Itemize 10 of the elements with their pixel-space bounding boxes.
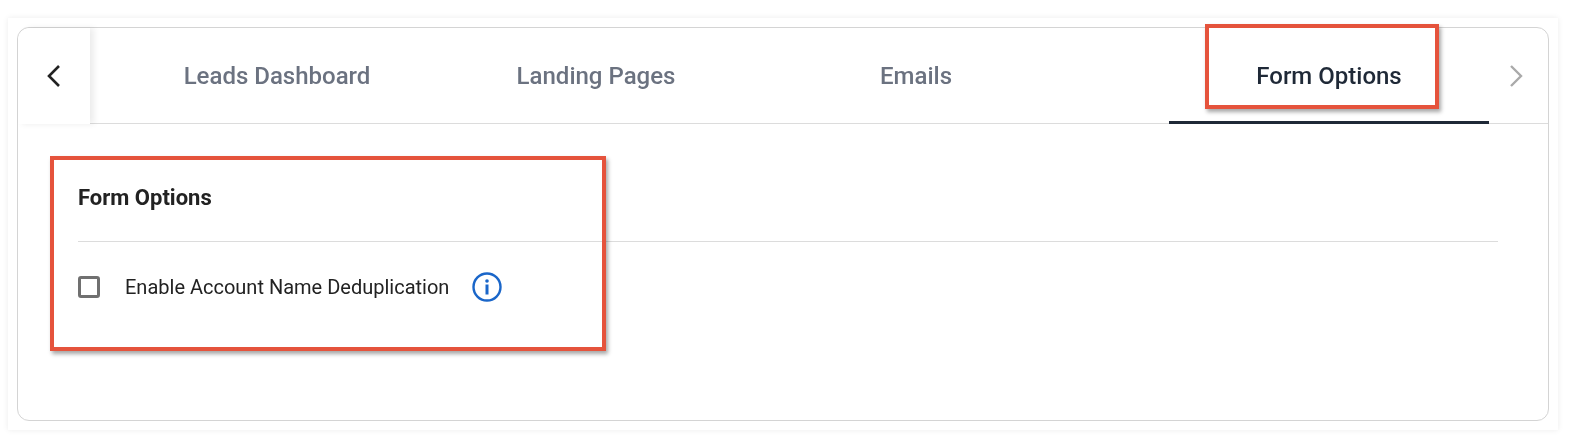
chevron-left-icon [47,64,61,88]
checkbox-label: Enable Account Name Deduplication [125,274,450,301]
tab[interactable]: Form Options [1169,28,1489,124]
tab[interactable]: Leads Dashboard [113,28,441,124]
tab[interactable]: Emails [751,28,1081,124]
tab[interactable]: Landing Pages [441,28,751,124]
section-title: Form Options [78,184,212,212]
checkbox[interactable] [78,276,100,298]
info-icon[interactable] [471,271,504,303]
chevron-right-icon [1509,63,1523,88]
